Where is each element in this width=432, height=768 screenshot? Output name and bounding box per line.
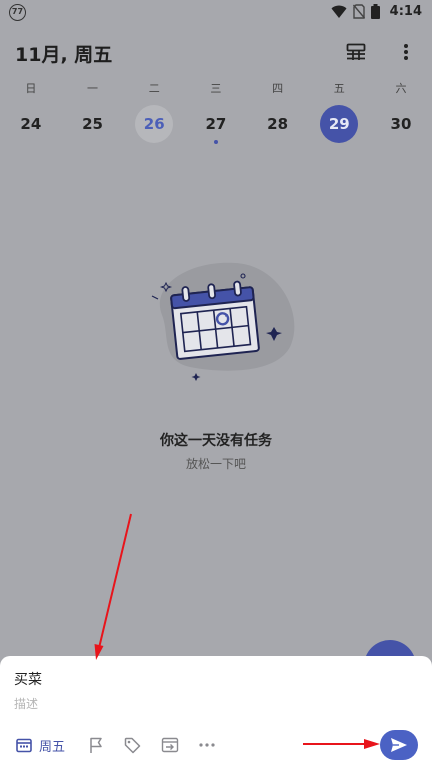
tag-button[interactable] xyxy=(124,730,141,760)
more-vert-icon xyxy=(404,44,408,60)
date-number: 27 xyxy=(205,115,227,133)
date-cell[interactable]: 27 xyxy=(185,104,247,144)
flag-icon xyxy=(90,737,102,753)
move-to-list-icon xyxy=(161,737,179,753)
weekday-label: 一 xyxy=(87,82,99,95)
composer-toolbar: 周五 xyxy=(0,730,432,760)
view-toggle-icon xyxy=(346,43,366,60)
due-date-label: 周五 xyxy=(39,739,66,755)
wifi-icon xyxy=(331,5,347,18)
view-toggle-button[interactable] xyxy=(342,40,370,64)
date-cell-selected[interactable]: 29 xyxy=(308,104,370,144)
app-notification-badge: 77 xyxy=(9,4,26,21)
no-sim-icon xyxy=(352,4,365,19)
weekday-label: 五 xyxy=(333,82,345,95)
battery-icon xyxy=(370,4,380,19)
date-cell[interactable]: 28 xyxy=(247,104,309,144)
priority-button[interactable] xyxy=(88,730,104,760)
clock: 4:14 xyxy=(389,4,422,19)
task-description-input[interactable] xyxy=(14,694,414,714)
calendar-icon xyxy=(16,738,32,753)
quick-add-sheet: 周五 xyxy=(0,656,432,768)
status-bar: 77 4:14 xyxy=(0,0,432,26)
date-cell-today[interactable]: 26 xyxy=(123,104,185,144)
date-number: 29 xyxy=(328,115,350,133)
date-cell[interactable]: 25 xyxy=(62,104,124,144)
move-to-list-button[interactable] xyxy=(161,730,179,760)
weekday-label: 二 xyxy=(148,82,160,95)
weekday-label: 四 xyxy=(272,82,284,95)
weekday-label: 日 xyxy=(25,82,37,95)
more-horiz-icon xyxy=(199,743,215,747)
date-cell[interactable]: 24 xyxy=(0,104,62,144)
date-number: 26 xyxy=(143,115,165,133)
task-title-input[interactable] xyxy=(14,668,414,690)
annotation-arrow-up xyxy=(94,513,132,660)
page-title: 11月, 周五 xyxy=(15,44,113,66)
date-number: 24 xyxy=(20,115,42,133)
task-indicator-dot xyxy=(213,140,218,144)
empty-state-title: 你这一天没有任务 xyxy=(160,433,272,449)
date-number: 28 xyxy=(267,115,289,133)
weekday-label: 六 xyxy=(395,82,407,95)
date-number: 25 xyxy=(82,115,103,133)
send-icon xyxy=(391,738,407,752)
app-header: 11月, 周五 xyxy=(0,32,432,72)
send-button[interactable] xyxy=(380,730,418,760)
tag-icon xyxy=(124,737,141,753)
weekday-header-row: 日 一 二 三 四 五 六 xyxy=(0,80,432,100)
more-actions-button[interactable] xyxy=(199,730,215,760)
date-cell[interactable]: 30 xyxy=(370,104,432,144)
date-strip: 24 25 26 27 28 29 30 xyxy=(0,104,432,144)
more-options-button[interactable] xyxy=(392,40,420,64)
calendar-illustration xyxy=(151,262,295,381)
system-icons: 4:14 xyxy=(331,4,422,19)
empty-state-subtitle: 放松一下吧 xyxy=(185,457,246,471)
due-date-button[interactable]: 周五 xyxy=(16,730,65,760)
date-number: 30 xyxy=(390,115,412,133)
weekday-label: 三 xyxy=(210,82,222,95)
